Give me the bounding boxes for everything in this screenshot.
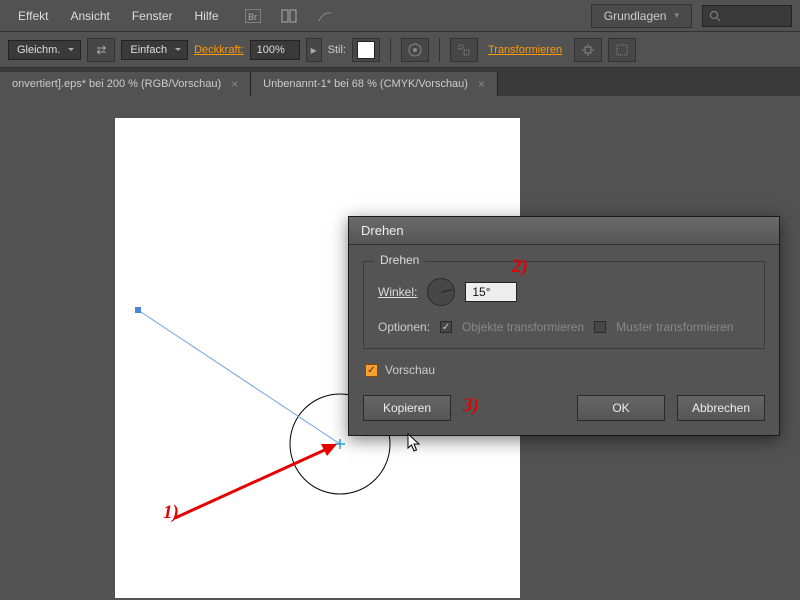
options-label: Optionen: — [378, 320, 430, 334]
rotate-dialog: Drehen Drehen Winkel: 2) Optionen: Objek… — [348, 216, 780, 436]
patterns-checkbox — [594, 321, 606, 333]
doc-tab-1-label: onvertiert].eps* bei 200 % (RGB/Vorschau… — [12, 78, 221, 90]
gpu-icon[interactable] — [313, 4, 337, 28]
angle-field[interactable] — [465, 282, 517, 302]
corner-dropdown[interactable]: Einfach — [121, 40, 188, 60]
annotation-2: 2) — [512, 256, 528, 278]
opacity-field[interactable]: 100% — [250, 40, 300, 60]
copy-button[interactable]: Kopieren — [363, 395, 451, 421]
annotation-3: 3) — [463, 395, 479, 417]
chevron-down-icon: ▾ — [674, 10, 679, 21]
close-tab-icon[interactable]: × — [478, 77, 485, 91]
swap-btn[interactable]: ⇄ — [87, 38, 115, 62]
angle-label: Winkel: — [378, 285, 417, 299]
document-tab-bar: onvertiert].eps* bei 200 % (RGB/Vorschau… — [0, 68, 800, 96]
style-swatch[interactable] — [352, 38, 380, 62]
work-area: 1) Drehen Drehen Winkel: 2) Optionen: Ob… — [0, 96, 800, 600]
workspace-label: Grundlagen — [604, 9, 667, 23]
style-label: Stil: — [328, 44, 346, 56]
angle-dial[interactable] — [427, 278, 455, 306]
rotate-fieldset: Drehen Winkel: 2) Optionen: Objekte tran… — [363, 261, 765, 349]
edit-clip-btn[interactable] — [608, 38, 636, 62]
svg-text:Br: Br — [248, 12, 257, 22]
stroke-align-dropdown[interactable]: Gleichm. — [8, 40, 81, 60]
workspace-switcher[interactable]: Grundlagen ▾ — [591, 4, 692, 28]
doc-tab-2[interactable]: Unbenannt-1* bei 68 % (CMYK/Vorschau) × — [251, 72, 498, 96]
ok-button[interactable]: OK — [577, 395, 665, 421]
bridge-icon[interactable]: Br — [241, 4, 265, 28]
opacity-label: Deckkraft: — [194, 44, 244, 56]
doc-tab-2-label: Unbenannt-1* bei 68 % (CMYK/Vorschau) — [263, 78, 468, 90]
cancel-button[interactable]: Abbrechen — [677, 395, 765, 421]
patterns-checkbox-label: Muster transformieren — [616, 320, 733, 334]
menu-window[interactable]: Fenster — [122, 5, 183, 27]
preview-checkbox[interactable] — [365, 364, 378, 377]
objects-checkbox — [440, 321, 452, 333]
close-tab-icon[interactable]: × — [231, 77, 238, 91]
arrange-icon[interactable] — [277, 4, 301, 28]
options-bar: Gleichm. ⇄ Einfach Deckkraft: 100% ▸ Sti… — [0, 32, 800, 68]
align-btn[interactable] — [450, 38, 478, 62]
transform-link[interactable]: Transformieren — [488, 44, 562, 56]
objects-checkbox-label: Objekte transformieren — [462, 320, 584, 334]
menu-effect[interactable]: Effekt — [8, 5, 58, 27]
search-icon — [709, 10, 721, 22]
preview-label: Vorschau — [385, 363, 435, 377]
menu-help[interactable]: Hilfe — [185, 5, 229, 27]
dialog-title: Drehen — [349, 217, 779, 245]
opacity-arrow[interactable]: ▸ — [306, 38, 322, 62]
menu-bar: Effekt Ansicht Fenster Hilfe Br Grundlag… — [0, 0, 800, 32]
isolate-btn[interactable] — [574, 38, 602, 62]
search-input[interactable] — [702, 5, 792, 27]
menu-view[interactable]: Ansicht — [60, 5, 119, 27]
recolor-btn[interactable] — [401, 38, 429, 62]
fieldset-legend: Drehen — [374, 253, 425, 267]
annotation-1: 1) — [163, 502, 179, 524]
doc-tab-1[interactable]: onvertiert].eps* bei 200 % (RGB/Vorschau… — [0, 72, 251, 96]
